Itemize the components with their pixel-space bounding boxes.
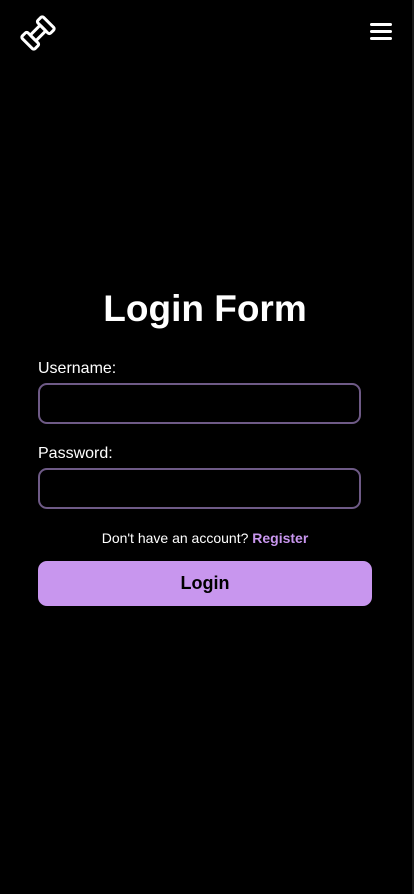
password-input[interactable] xyxy=(38,468,361,509)
menu-line xyxy=(370,37,392,40)
password-label: Password: xyxy=(38,445,113,462)
register-prompt-text: Don't have an account? xyxy=(101,530,249,546)
dumbbell-icon[interactable] xyxy=(20,15,56,51)
top-bar xyxy=(0,0,414,70)
login-button[interactable]: Login xyxy=(38,561,372,606)
register-prompt-row: Don't have an account? Register xyxy=(0,529,410,547)
register-link[interactable]: Register xyxy=(252,530,308,546)
page-title: Login Form xyxy=(103,288,307,329)
username-input[interactable] xyxy=(38,383,361,424)
hamburger-menu-icon[interactable] xyxy=(370,20,392,42)
username-label: Username: xyxy=(38,360,117,377)
menu-line xyxy=(370,30,392,33)
menu-line xyxy=(370,23,392,26)
